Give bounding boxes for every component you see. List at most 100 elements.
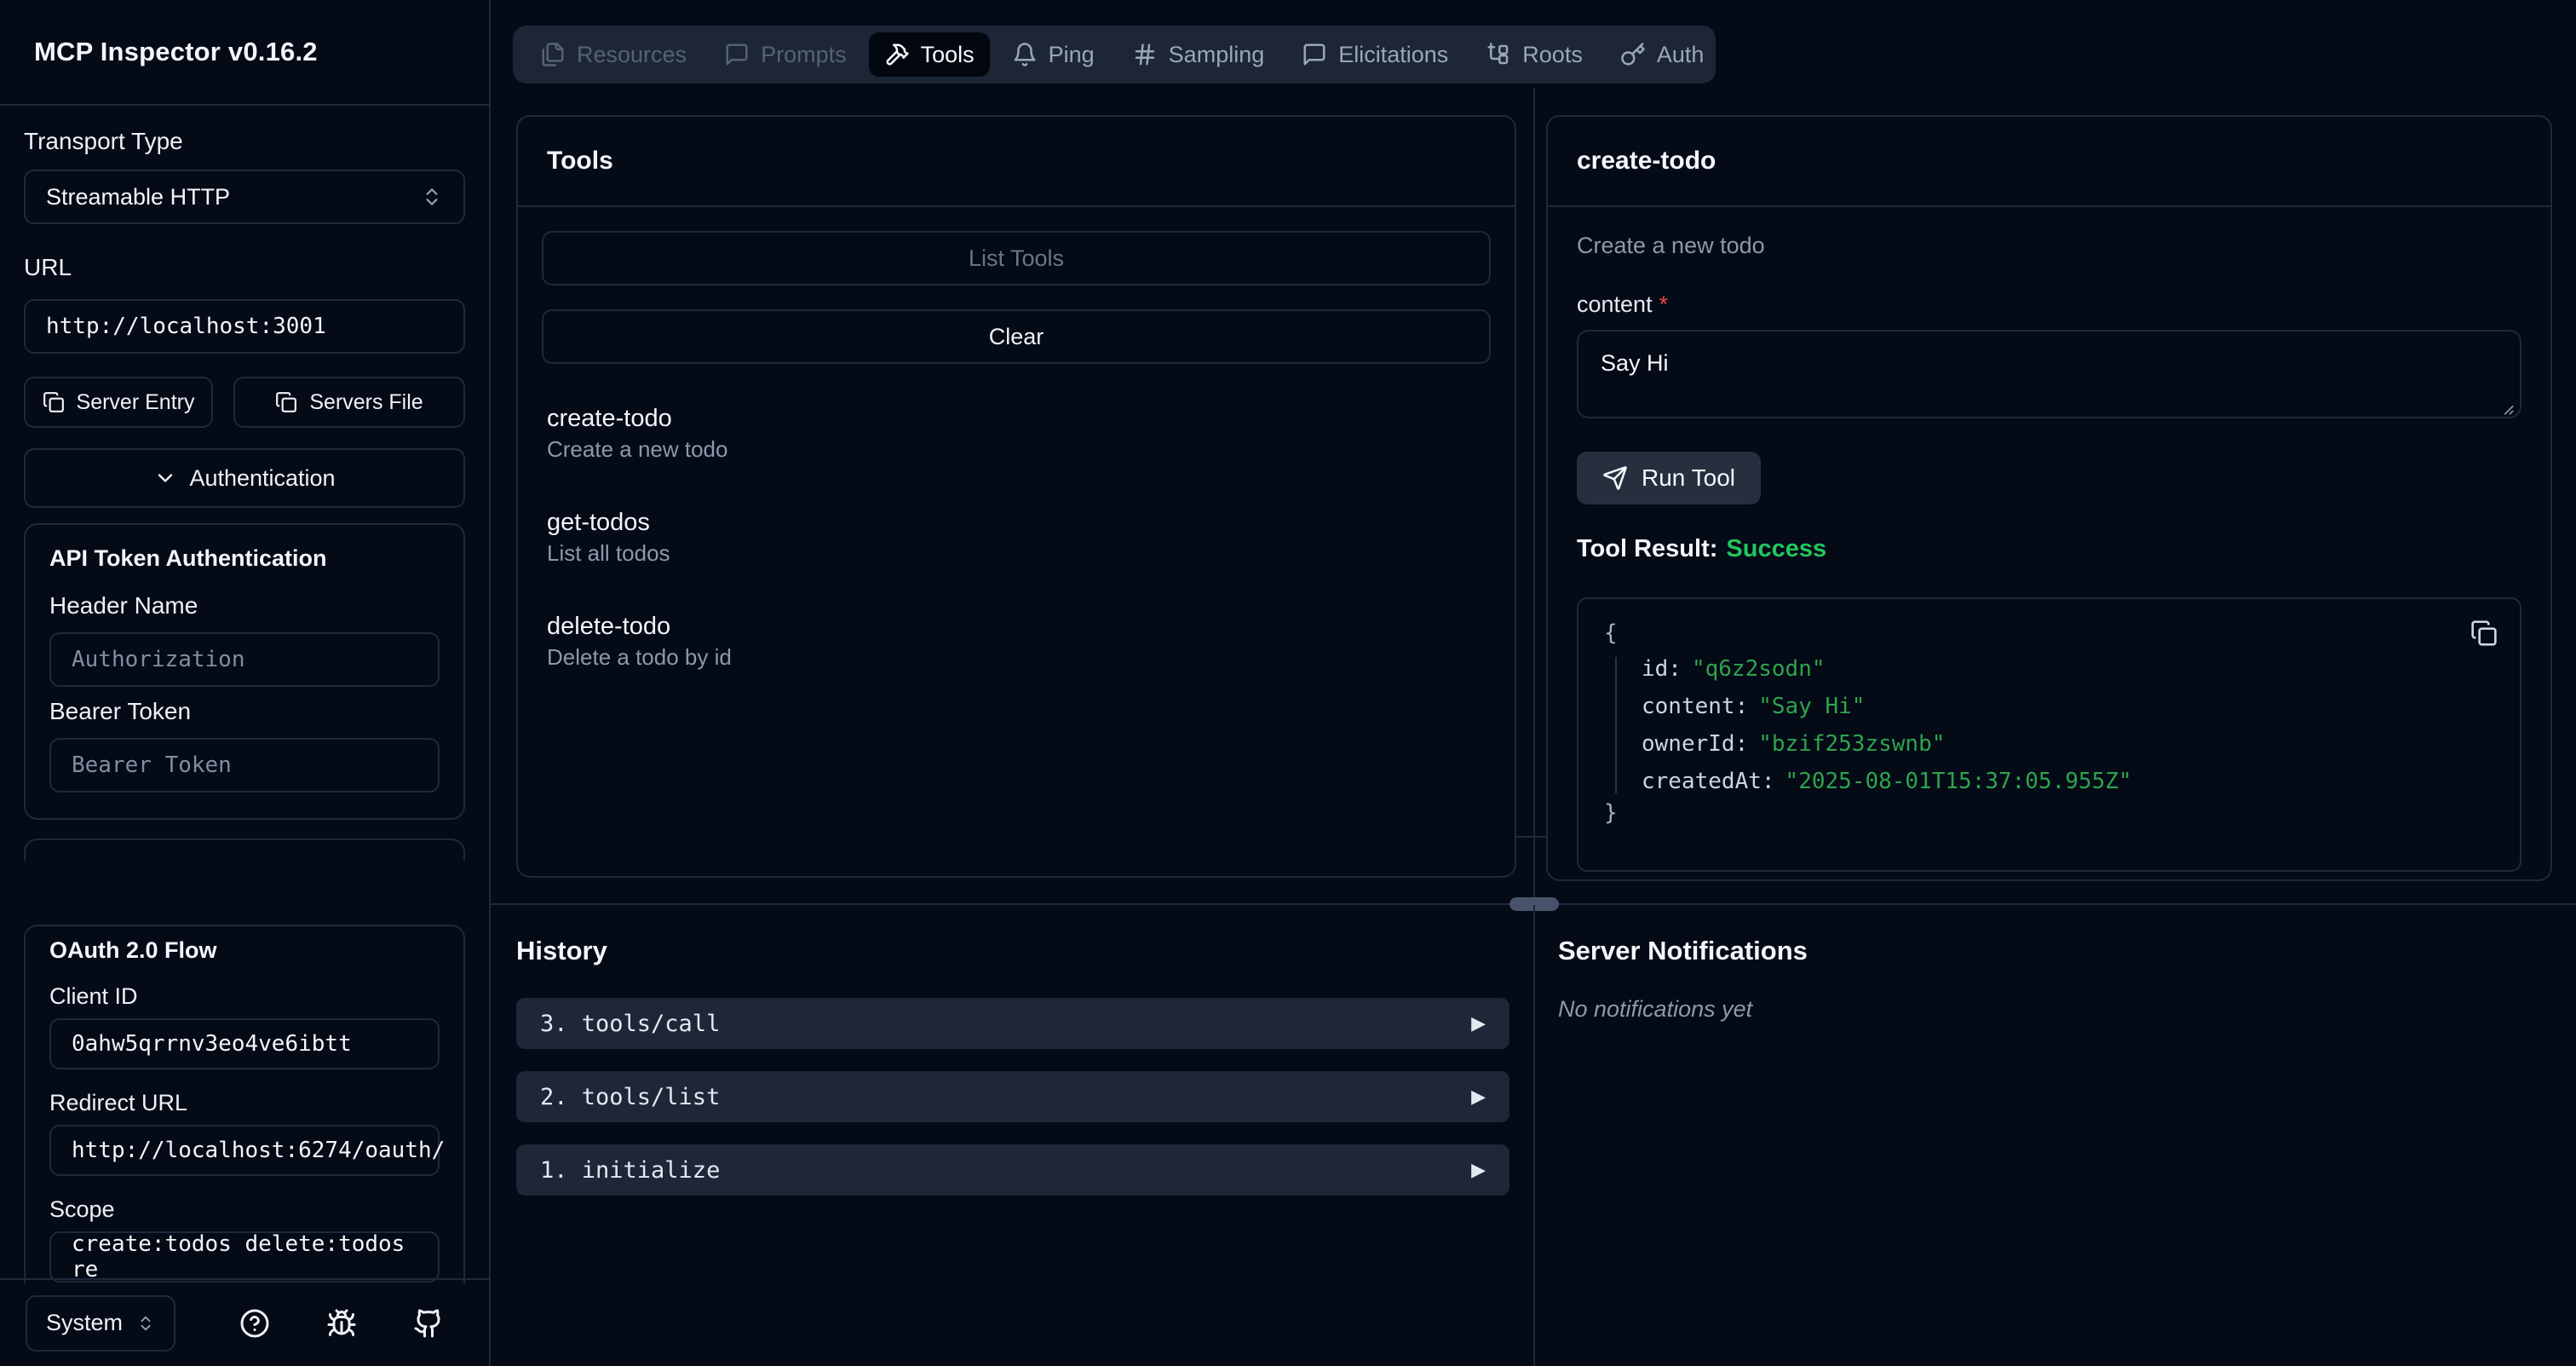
redirect-url-input[interactable]: http://localhost:6274/oauth/ — [49, 1125, 440, 1176]
json-key: createdAt: — [1642, 769, 1775, 794]
hammer-icon — [884, 42, 910, 67]
tool-list-item[interactable]: delete-todo Delete a todo by id — [547, 613, 1491, 669]
json-key: id: — [1642, 656, 1682, 682]
tools-panel-body: List Tools Clear create-todo Create a ne… — [518, 207, 1515, 669]
tool-name: delete-todo — [547, 613, 1491, 640]
json-row: ownerId: "bzif253zswnb" — [1642, 732, 2494, 756]
message-square-icon — [724, 42, 750, 67]
oauth-title: OAuth 2.0 Flow — [49, 937, 440, 963]
url-input[interactable]: http://localhost:3001 — [24, 299, 465, 354]
github-icon[interactable] — [412, 1307, 445, 1340]
authentication-toggle[interactable]: Authentication — [24, 448, 465, 508]
tools-panel-header: Tools — [518, 117, 1515, 207]
tab-sampling[interactable]: Sampling — [1117, 32, 1280, 77]
expand-arrow-icon: ▶ — [1471, 1012, 1486, 1035]
tools-panel-title: Tools — [547, 147, 613, 176]
required-asterisk: * — [1659, 291, 1669, 317]
history-rows: 3. tools/call ▶ 2. tools/list ▶ 1. initi… — [516, 998, 1509, 1196]
footer-icons — [239, 1307, 445, 1340]
sidebar: MCP Inspector v0.16.2 Transport Type Str… — [0, 0, 491, 1366]
bottom-vertical-divider — [1533, 905, 1535, 1366]
json-open-brace: { — [1604, 621, 2494, 645]
tool-description: Delete a todo by id — [547, 646, 1491, 669]
bell-icon — [1012, 42, 1038, 67]
json-key: content: — [1642, 694, 1748, 719]
run-tool-button[interactable]: Run Tool — [1577, 452, 1761, 504]
copy-icon — [275, 391, 297, 413]
tab-roots[interactable]: Roots — [1470, 32, 1598, 77]
chevron-down-icon — [153, 466, 177, 490]
history-item[interactable]: 3. tools/call ▶ — [516, 998, 1509, 1049]
expand-arrow-icon: ▶ — [1471, 1086, 1486, 1108]
history-item-label: 3. tools/call — [540, 1011, 720, 1037]
run-tool-label: Run Tool — [1642, 464, 1735, 492]
header-name-input[interactable]: Authorization — [49, 632, 440, 687]
notifications-empty-text: No notifications yet — [1558, 996, 2495, 1023]
servers-file-label: Servers File — [309, 390, 423, 415]
server-entry-button[interactable]: Server Entry — [24, 377, 213, 428]
json-row: id: "q6z2sodn" — [1642, 657, 2494, 681]
json-row: createdAt:"2025-08-01T15:37:05.955Z" — [1642, 769, 2494, 793]
clipped-card — [24, 839, 465, 861]
app-title: MCP Inspector v0.16.2 — [34, 37, 318, 67]
resize-handle-icon[interactable] — [2499, 401, 2515, 416]
history-item-label: 1. initialize — [540, 1157, 720, 1184]
history-item[interactable]: 2. tools/list ▶ — [516, 1071, 1509, 1122]
expand-arrow-icon: ▶ — [1471, 1159, 1486, 1181]
tab-auth[interactable]: Auth — [1605, 32, 1720, 77]
redirect-url-value: http://localhost:6274/oauth/ — [72, 1138, 445, 1163]
content-field-label: content* — [1577, 291, 2521, 318]
json-value: "q6z2sodn" — [1692, 656, 1826, 682]
tool-list-item[interactable]: get-todos List all todos — [547, 509, 1491, 565]
help-icon[interactable] — [239, 1307, 271, 1340]
content-label-text: content — [1577, 291, 1653, 317]
hash-icon — [1132, 42, 1158, 67]
tab-label: Prompts — [761, 42, 847, 68]
redirect-url-label: Redirect URL — [49, 1090, 440, 1116]
theme-select[interactable]: System — [26, 1295, 175, 1352]
server-entry-label: Server Entry — [77, 390, 195, 415]
history-title: History — [516, 927, 1509, 964]
transport-type-select[interactable]: Streamable HTTP — [24, 170, 465, 224]
theme-select-value: System — [46, 1310, 123, 1336]
history-item[interactable]: 1. initialize ▶ — [516, 1144, 1509, 1196]
scope-input[interactable]: create:todos delete:todos re — [49, 1231, 440, 1282]
copy-icon[interactable] — [2470, 620, 2498, 647]
json-key: ownerId: — [1642, 731, 1748, 757]
copy-buttons-row: Server Entry Servers File — [24, 377, 465, 428]
json-value: "bzif253zswnb" — [1758, 731, 1945, 757]
tool-description: List all todos — [547, 542, 1491, 565]
client-id-input[interactable]: 0ahw5qrrnv3eo4ve6ibtt — [49, 1018, 440, 1069]
sidebar-config-scroll[interactable]: Transport Type Streamable HTTP URL http:… — [0, 106, 489, 861]
oauth-flow-card: OAuth 2.0 Flow Client ID 0ahw5qrrnv3eo4v… — [24, 925, 465, 1283]
history-panel: History 3. tools/call ▶ 2. tools/list ▶ … — [516, 927, 1509, 1196]
content-textarea[interactable]: Say Hi — [1577, 330, 2521, 418]
tab-prompts[interactable]: Prompts — [709, 32, 862, 77]
server-notifications-title: Server Notifications — [1558, 927, 2495, 964]
header-name-label: Header Name — [49, 592, 440, 620]
bearer-token-input[interactable]: Bearer Token — [49, 738, 440, 793]
tab-tools[interactable]: Tools — [869, 32, 990, 77]
bug-icon[interactable] — [325, 1307, 358, 1340]
tab-ping[interactable]: Ping — [997, 32, 1110, 77]
tool-detail-title: create-todo — [1577, 147, 1716, 176]
servers-file-button[interactable]: Servers File — [233, 377, 465, 428]
tab-elicitations[interactable]: Elicitations — [1286, 32, 1463, 77]
api-token-title: API Token Authentication — [49, 545, 440, 572]
list-tools-button[interactable]: List Tools — [542, 231, 1491, 285]
tool-list: create-todo Create a new todo get-todos … — [542, 405, 1491, 669]
sidebar-header: MCP Inspector v0.16.2 — [0, 0, 489, 106]
header-name-placeholder: Authorization — [72, 647, 245, 672]
json-value: "Say Hi" — [1758, 694, 1865, 719]
chevrons-up-down-icon — [421, 186, 443, 208]
client-id-label: Client ID — [49, 983, 440, 1010]
mcp-inspector-app: MCP Inspector v0.16.2 Transport Type Str… — [0, 0, 2576, 1366]
copy-icon — [43, 391, 65, 413]
clear-button[interactable]: Clear — [542, 309, 1491, 364]
tab-resources[interactable]: Resources — [525, 32, 702, 77]
tool-list-item[interactable]: create-todo Create a new todo — [547, 405, 1491, 461]
tool-detail-description: Create a new todo — [1577, 234, 2521, 257]
message-square-icon — [1302, 42, 1327, 67]
tool-result-label: Tool Result: — [1577, 535, 1717, 562]
vertical-splitter[interactable] — [1533, 89, 1535, 903]
